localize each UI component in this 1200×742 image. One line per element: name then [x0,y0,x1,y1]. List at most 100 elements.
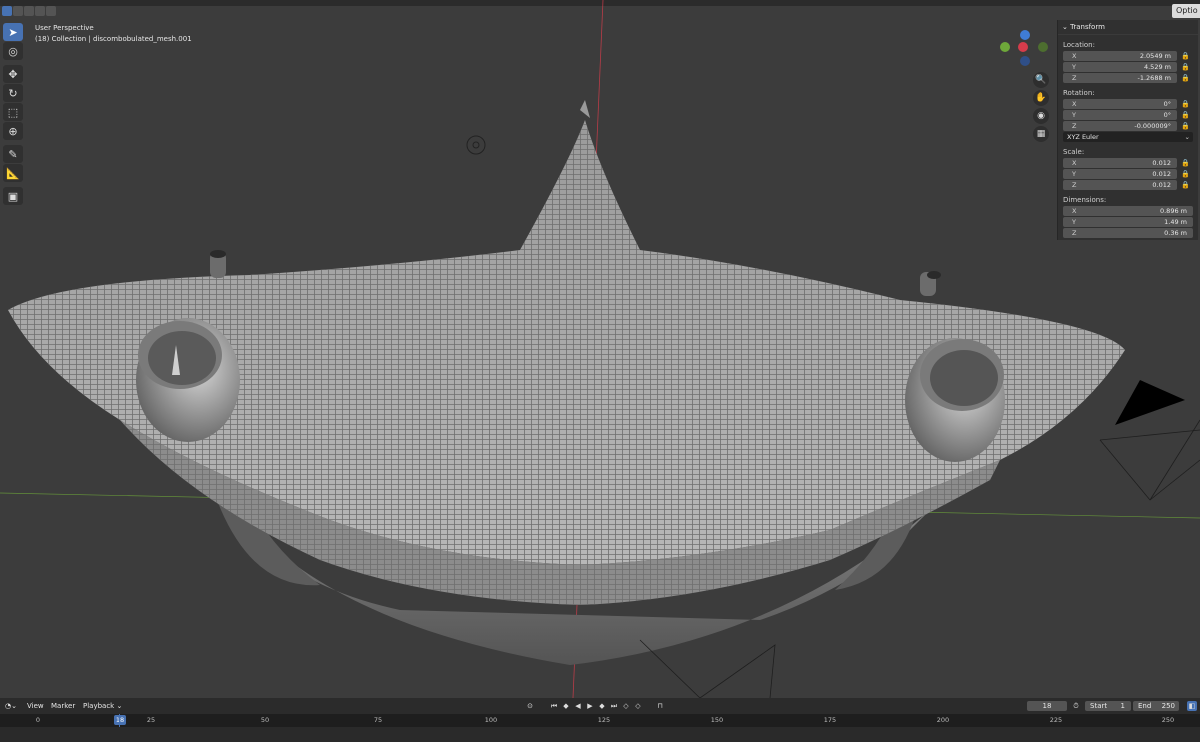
timeline-header: ◔⌄ View Marker Playback ⌄ ⊙ ⏮ ◆ ◀ ▶ ◆ ⏭ … [0,698,1200,714]
location-y-field[interactable]: Y 4.529 m [1063,62,1177,72]
annotate-tool[interactable]: ✎ [3,145,23,163]
ruler-tick: 150 [710,716,724,724]
cursor-arrow-icon: ➤ [8,25,18,39]
camera-view-icon[interactable]: ◉ [1033,108,1049,124]
location-x-field[interactable]: X 2.0549 m [1063,51,1177,61]
dimensions-z-field[interactable]: Z 0.36 m [1063,228,1193,238]
play-icon[interactable]: ▶ [585,701,595,711]
rotation-label: Rotation: [1063,89,1095,97]
lock-icon[interactable]: 🔒 [1181,170,1190,178]
jump-end-icon[interactable]: ⏭ [609,701,619,711]
keyframe-icon[interactable]: ◇ [621,701,631,711]
neg-z-handle[interactable] [1020,56,1030,66]
keyframe-next-icon[interactable]: ◇ [633,701,643,711]
rotation-y-field[interactable]: Y 0° [1063,110,1177,120]
end-frame-field[interactable]: End 250 [1133,701,1179,711]
clock-icon[interactable]: ◔⌄ [5,698,17,714]
marker-icon[interactable]: ◧ [1187,701,1197,711]
prev-keyframe-icon[interactable]: ◆ [561,701,571,711]
lock-icon[interactable]: 🔒 [1181,100,1190,108]
ruler-tick: 100 [484,716,498,724]
dimensions-x-field[interactable]: X 0.896 m [1063,206,1193,216]
scene-render [0,0,1200,698]
camera-object [1115,380,1185,425]
view-menu[interactable]: View [27,698,44,714]
ruler-tick: 200 [936,716,950,724]
move-icon: ✥ [8,67,18,81]
neg-x-handle[interactable] [1038,42,1048,52]
zoom-icon[interactable]: 🔍 [1033,72,1049,88]
z-axis-handle[interactable] [1020,30,1030,40]
grid-view-icon[interactable]: ▦ [1033,126,1049,142]
ruler-tick: 225 [1049,716,1063,724]
scale-label: Scale: [1063,148,1085,156]
cube-icon: ▣ [7,189,19,203]
viewport-info: User Perspective (18) Collection | disco… [35,23,192,45]
frame-ruler[interactable]: 0 25 50 75 100 125 150 175 200 225 250 1… [0,714,1200,727]
measure-tool[interactable]: 📐 [3,164,23,182]
rotate-icon: ↻ [8,86,18,100]
lock-icon[interactable]: 🔒 [1181,159,1190,167]
move-tool[interactable]: ✥ [3,65,23,83]
chevron-down-icon: ⌄ [116,702,123,710]
transform-icon: ⊕ [8,124,18,138]
lock-icon[interactable]: 🔒 [1181,122,1190,130]
dimensions-label: Dimensions: [1063,196,1107,204]
stopwatch-icon[interactable]: ⏱ [1071,701,1081,711]
transform-panel: ⌄ Transform Location: X 2.0549 m 🔒 Y 4.529… [1057,20,1198,240]
scale-icon: ⬚ [7,105,19,119]
pencil-icon: ✎ [8,147,18,161]
ruler-icon: 📐 [6,166,20,180]
ruler-tick: 25 [146,716,156,724]
ruler-tick: 50 [260,716,270,724]
lock-icon[interactable]: 🔒 [1181,181,1190,189]
3d-cursor [466,135,486,155]
cursor-tool[interactable]: ◎ [3,42,23,60]
crosshair-icon: ◎ [8,44,18,58]
rotation-mode-dropdown[interactable]: XYZ Euler ⌄ [1063,132,1193,142]
play-reverse-icon[interactable]: ◀ [573,701,583,711]
y-axis-handle[interactable] [1018,42,1028,52]
ruler-tick: 250 [1161,716,1175,724]
tool-shelf: ➤ ◎ ✥ ↻ ⬚ ⊕ ✎ 📐 ▣ [3,23,25,206]
location-label: Location: [1063,41,1095,49]
ruler-tick: 125 [597,716,611,724]
timeline-track[interactable] [0,727,1200,742]
dimensions-y-field[interactable]: Y 1.49 m [1063,217,1193,227]
rotation-z-field[interactable]: Z -0.000009° [1063,121,1177,131]
transform-tool[interactable]: ⊕ [3,122,23,140]
ruler-tick: 0 [35,716,41,724]
current-frame-field[interactable]: 18 [1027,701,1067,711]
select-box-tool[interactable]: ➤ [3,23,23,41]
chevron-down-icon: ⌄ [1184,133,1190,141]
perspective-label: User Perspective [35,24,94,32]
x-axis-handle[interactable] [1000,42,1010,52]
3d-viewport[interactable]: Optio User Perspective (18) Collection |… [0,0,1200,698]
collection-label: (18) Collection | discombobulated_mesh.0… [35,35,192,43]
transform-panel-header[interactable]: ⌄ Transform [1058,20,1198,35]
next-keyframe-icon[interactable]: ◆ [597,701,607,711]
rotate-tool[interactable]: ↻ [3,84,23,102]
marker-menu[interactable]: Marker [51,698,75,714]
location-z-field[interactable]: Z -1.2688 m [1063,73,1177,83]
lock-icon[interactable]: 🔒 [1181,74,1190,82]
playhead-frame-label[interactable]: 18 [114,715,126,725]
record-icon[interactable]: ⊙ [525,701,535,711]
navigation-gizmo[interactable] [1000,30,1050,70]
scale-x-field[interactable]: X 0.012 [1063,158,1177,168]
jump-start-icon[interactable]: ⏮ [549,701,559,711]
ruler-tick: 175 [823,716,837,724]
scale-tool[interactable]: ⬚ [3,103,23,121]
auto-key-icon[interactable]: ⊓ [655,701,665,711]
lock-icon[interactable]: 🔒 [1181,52,1190,60]
scale-y-field[interactable]: Y 0.012 [1063,169,1177,179]
hand-pan-icon[interactable]: ✋ [1033,90,1049,106]
scale-z-field[interactable]: Z 0.012 [1063,180,1177,190]
lock-icon[interactable]: 🔒 [1181,63,1190,71]
playback-menu[interactable]: Playback ⌄ [83,698,122,714]
start-frame-field[interactable]: Start 1 [1085,701,1131,711]
rotation-x-field[interactable]: X 0° [1063,99,1177,109]
lock-icon[interactable]: 🔒 [1181,111,1190,119]
chevron-down-icon: ⌄ [1062,23,1071,31]
add-cube-tool[interactable]: ▣ [3,187,23,205]
